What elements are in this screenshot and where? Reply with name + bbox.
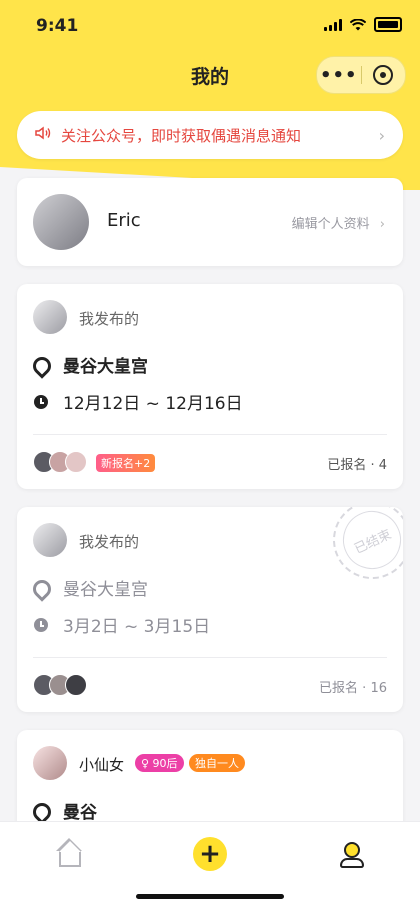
close-miniprogram-button[interactable] xyxy=(361,65,405,85)
post-location: 曼谷 xyxy=(63,803,97,823)
post-dates: 3月2日 ~ 3月15日 xyxy=(63,617,211,637)
edit-profile-link[interactable]: 编辑个人资料 › xyxy=(292,213,385,232)
location-pin-icon xyxy=(29,352,55,379)
applicant-avatars[interactable] xyxy=(33,674,87,696)
ended-stamp: 已结束 xyxy=(320,507,403,592)
chevron-right-icon: › xyxy=(378,125,385,145)
avatar xyxy=(65,674,87,696)
avatar xyxy=(33,523,67,557)
avatar[interactable] xyxy=(33,194,89,250)
plus-icon: + xyxy=(193,837,227,871)
user-icon xyxy=(340,842,364,868)
clock-icon xyxy=(33,394,49,410)
status-time: 9:41 xyxy=(36,16,79,36)
profile-card[interactable]: Eric 编辑个人资料 › xyxy=(17,178,403,266)
divider xyxy=(33,434,387,435)
battery-icon xyxy=(374,17,402,32)
age-tag: ♀ 90后 xyxy=(135,754,184,772)
home-indicator xyxy=(136,894,284,899)
post-location: 曼谷大皇宫 xyxy=(63,580,148,600)
follow-notice-banner[interactable]: 关注公众号，即时获取偶遇消息通知 › xyxy=(17,111,403,159)
divider xyxy=(33,657,387,658)
speaker-icon xyxy=(35,126,53,144)
wifi-icon xyxy=(350,18,366,30)
solo-tag: 独自一人 xyxy=(189,754,245,772)
target-icon xyxy=(373,65,394,85)
signal-icon xyxy=(324,18,342,31)
avatar xyxy=(33,300,67,334)
profile-name: Eric xyxy=(107,210,141,231)
post-location: 曼谷大皇宫 xyxy=(63,357,148,377)
edit-profile-label: 编辑个人资料 xyxy=(291,217,370,232)
registered-count: 已报名 · 16 xyxy=(319,681,387,696)
chevron-right-icon: › xyxy=(379,217,385,232)
tab-home[interactable] xyxy=(40,834,100,874)
miniprogram-capsule[interactable]: ••• xyxy=(316,56,406,94)
notice-text: 关注公众号，即时获取偶遇消息通知 xyxy=(61,126,302,145)
avatar xyxy=(33,746,67,780)
location-pin-icon xyxy=(29,798,55,825)
tab-publish[interactable]: + xyxy=(180,834,240,874)
home-icon xyxy=(56,838,82,867)
applicant-avatars[interactable] xyxy=(33,451,87,473)
post-author-label: 我发布的 xyxy=(79,310,140,328)
registered-count: 已报名 · 4 xyxy=(327,458,387,473)
post-card[interactable]: 已结束 我发布的 曼谷大皇宫 3月2日 ~ 3月15日 已报名 · 16 xyxy=(17,507,403,712)
avatar xyxy=(65,451,87,473)
ended-stamp-label: 已结束 xyxy=(333,507,403,579)
post-card[interactable]: 我发布的 曼谷大皇宫 12月12日 ~ 12月16日 新报名+2 已报名 · 4 xyxy=(17,284,403,489)
more-icon[interactable]: ••• xyxy=(317,65,361,86)
new-applicants-badge: 新报名+2 xyxy=(96,454,156,472)
post-dates: 12月12日 ~ 12月16日 xyxy=(63,394,243,414)
location-pin-icon xyxy=(29,575,55,602)
clock-icon xyxy=(33,617,49,633)
post-author-label: 我发布的 xyxy=(79,533,140,551)
tab-me[interactable] xyxy=(320,834,380,874)
post-author-name: 小仙女 xyxy=(79,756,125,774)
status-bar: 9:41 xyxy=(0,0,420,48)
